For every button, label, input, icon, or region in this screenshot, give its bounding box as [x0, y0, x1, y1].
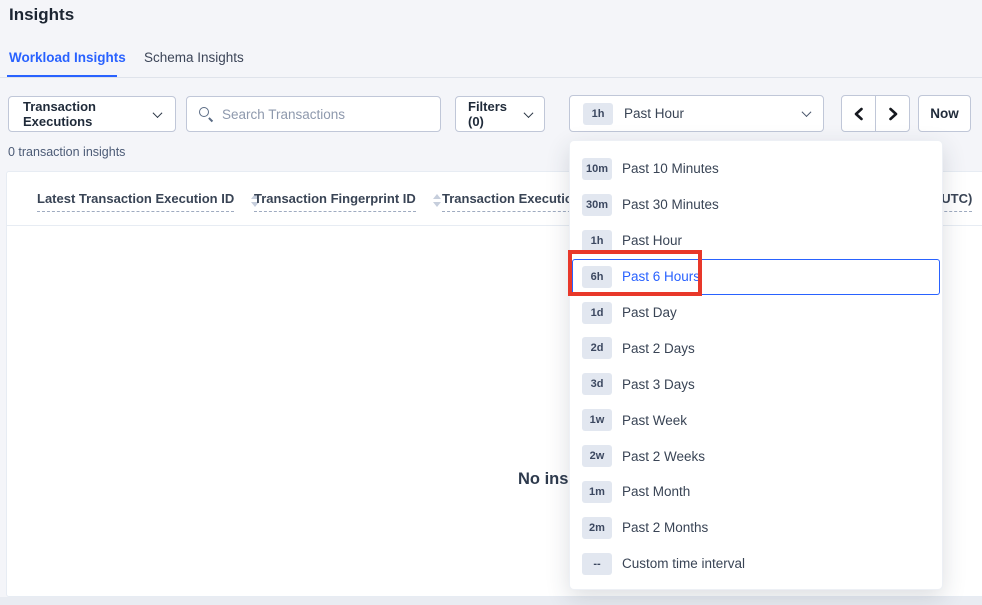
- search-icon: [199, 107, 213, 121]
- time-interval-option[interactable]: 1m Past Month: [570, 474, 942, 510]
- time-interval-label: Past Hour: [624, 106, 684, 121]
- transaction-type-label: Transaction Executions: [23, 99, 154, 129]
- time-pager: [841, 95, 910, 132]
- time-interval-option-badge: 2m: [582, 517, 612, 539]
- chevron-down-icon: [802, 107, 812, 117]
- page-bottom-edge: [0, 597, 982, 605]
- time-interval-option-badge: 1m: [582, 481, 612, 503]
- filters-button[interactable]: Filters (0): [455, 96, 545, 132]
- time-interval-option-label: Past 2 Weeks: [622, 449, 705, 464]
- time-interval-dropdown: 10m Past 10 Minutes 30m Past 30 Minutes …: [569, 140, 943, 590]
- time-interval-option-label: Past Week: [622, 413, 687, 428]
- chevron-right-icon: [887, 107, 899, 121]
- page-title: Insights: [9, 5, 74, 25]
- time-interval-option-label: Past 6 Hours: [622, 269, 700, 284]
- filters-label: Filters (0): [468, 99, 525, 129]
- column-header-label: Latest Transaction Execution ID: [37, 191, 234, 212]
- time-interval-option-badge: 1h: [582, 230, 612, 252]
- time-interval-option-badge: 2w: [582, 445, 612, 467]
- time-interval-option-label: Past 30 Minutes: [622, 197, 719, 212]
- time-interval-option-badge: 10m: [582, 158, 612, 180]
- time-interval-option-label: Past 2 Months: [622, 520, 708, 535]
- time-interval-option-badge: 6h: [582, 266, 612, 288]
- time-dropdown-list: 10m Past 10 Minutes 30m Past 30 Minutes …: [570, 151, 942, 582]
- next-interval-button[interactable]: [875, 95, 910, 132]
- search-input[interactable]: [222, 107, 428, 122]
- column-header-label: Transaction Fingerprint ID: [254, 191, 416, 212]
- previous-interval-button[interactable]: [841, 95, 876, 132]
- tab-schema-insights[interactable]: Schema Insights: [144, 50, 244, 65]
- sort-icon[interactable]: [433, 194, 441, 207]
- time-interval-option-badge: 3d: [582, 373, 612, 395]
- time-interval-option-badge: --: [582, 553, 612, 575]
- time-interval-option[interactable]: 3d Past 3 Days: [570, 366, 942, 402]
- column-header-transaction-fingerprint-id[interactable]: Transaction Fingerprint ID: [254, 191, 441, 212]
- tab-workload-insights[interactable]: Workload Insights: [9, 50, 126, 65]
- transaction-type-select[interactable]: Transaction Executions: [8, 96, 176, 132]
- column-header-label: Transaction Execution: [442, 191, 581, 212]
- time-interval-select[interactable]: 1h Past Hour: [569, 95, 824, 132]
- time-interval-option-label: Past 3 Days: [622, 377, 695, 392]
- time-interval-option-badge: 30m: [582, 194, 612, 216]
- time-interval-option-label: Past Day: [622, 305, 677, 320]
- chevron-down-icon: [524, 108, 534, 118]
- insights-count: 0 transaction insights: [8, 145, 125, 159]
- time-interval-option[interactable]: 1d Past Day: [570, 295, 942, 331]
- search-box[interactable]: [186, 96, 441, 132]
- column-header-latest-transaction-execution-id[interactable]: Latest Transaction Execution ID: [37, 191, 259, 212]
- chevron-down-icon: [153, 108, 163, 118]
- time-interval-option-label: Past 10 Minutes: [622, 161, 719, 176]
- time-interval-option-label: Past Month: [622, 484, 690, 499]
- time-interval-option[interactable]: 1w Past Week: [570, 402, 942, 438]
- tabbar-divider: [0, 77, 982, 78]
- time-interval-option[interactable]: 10m Past 10 Minutes: [570, 151, 942, 187]
- time-interval-option[interactable]: 2d Past 2 Days: [570, 330, 942, 366]
- time-interval-option-label: Past Hour: [622, 233, 682, 248]
- time-interval-badge: 1h: [583, 103, 613, 125]
- time-interval-option[interactable]: 1h Past Hour: [570, 223, 942, 259]
- time-interval-option-badge: 1w: [582, 409, 612, 431]
- time-interval-option[interactable]: 30m Past 30 Minutes: [570, 187, 942, 223]
- time-interval-option[interactable]: -- Custom time interval: [570, 546, 942, 582]
- time-interval-option-label: Past 2 Days: [622, 341, 695, 356]
- time-interval-option-badge: 2d: [582, 337, 612, 359]
- now-button[interactable]: Now: [918, 95, 971, 132]
- chevron-left-icon: [853, 107, 865, 121]
- time-interval-option[interactable]: 2w Past 2 Weeks: [570, 438, 942, 474]
- time-interval-option[interactable]: 2m Past 2 Months: [570, 510, 942, 546]
- time-interval-option-badge: 1d: [582, 302, 612, 324]
- time-interval-option-label: Custom time interval: [622, 556, 745, 571]
- time-interval-option[interactable]: 6h Past 6 Hours: [572, 259, 940, 295]
